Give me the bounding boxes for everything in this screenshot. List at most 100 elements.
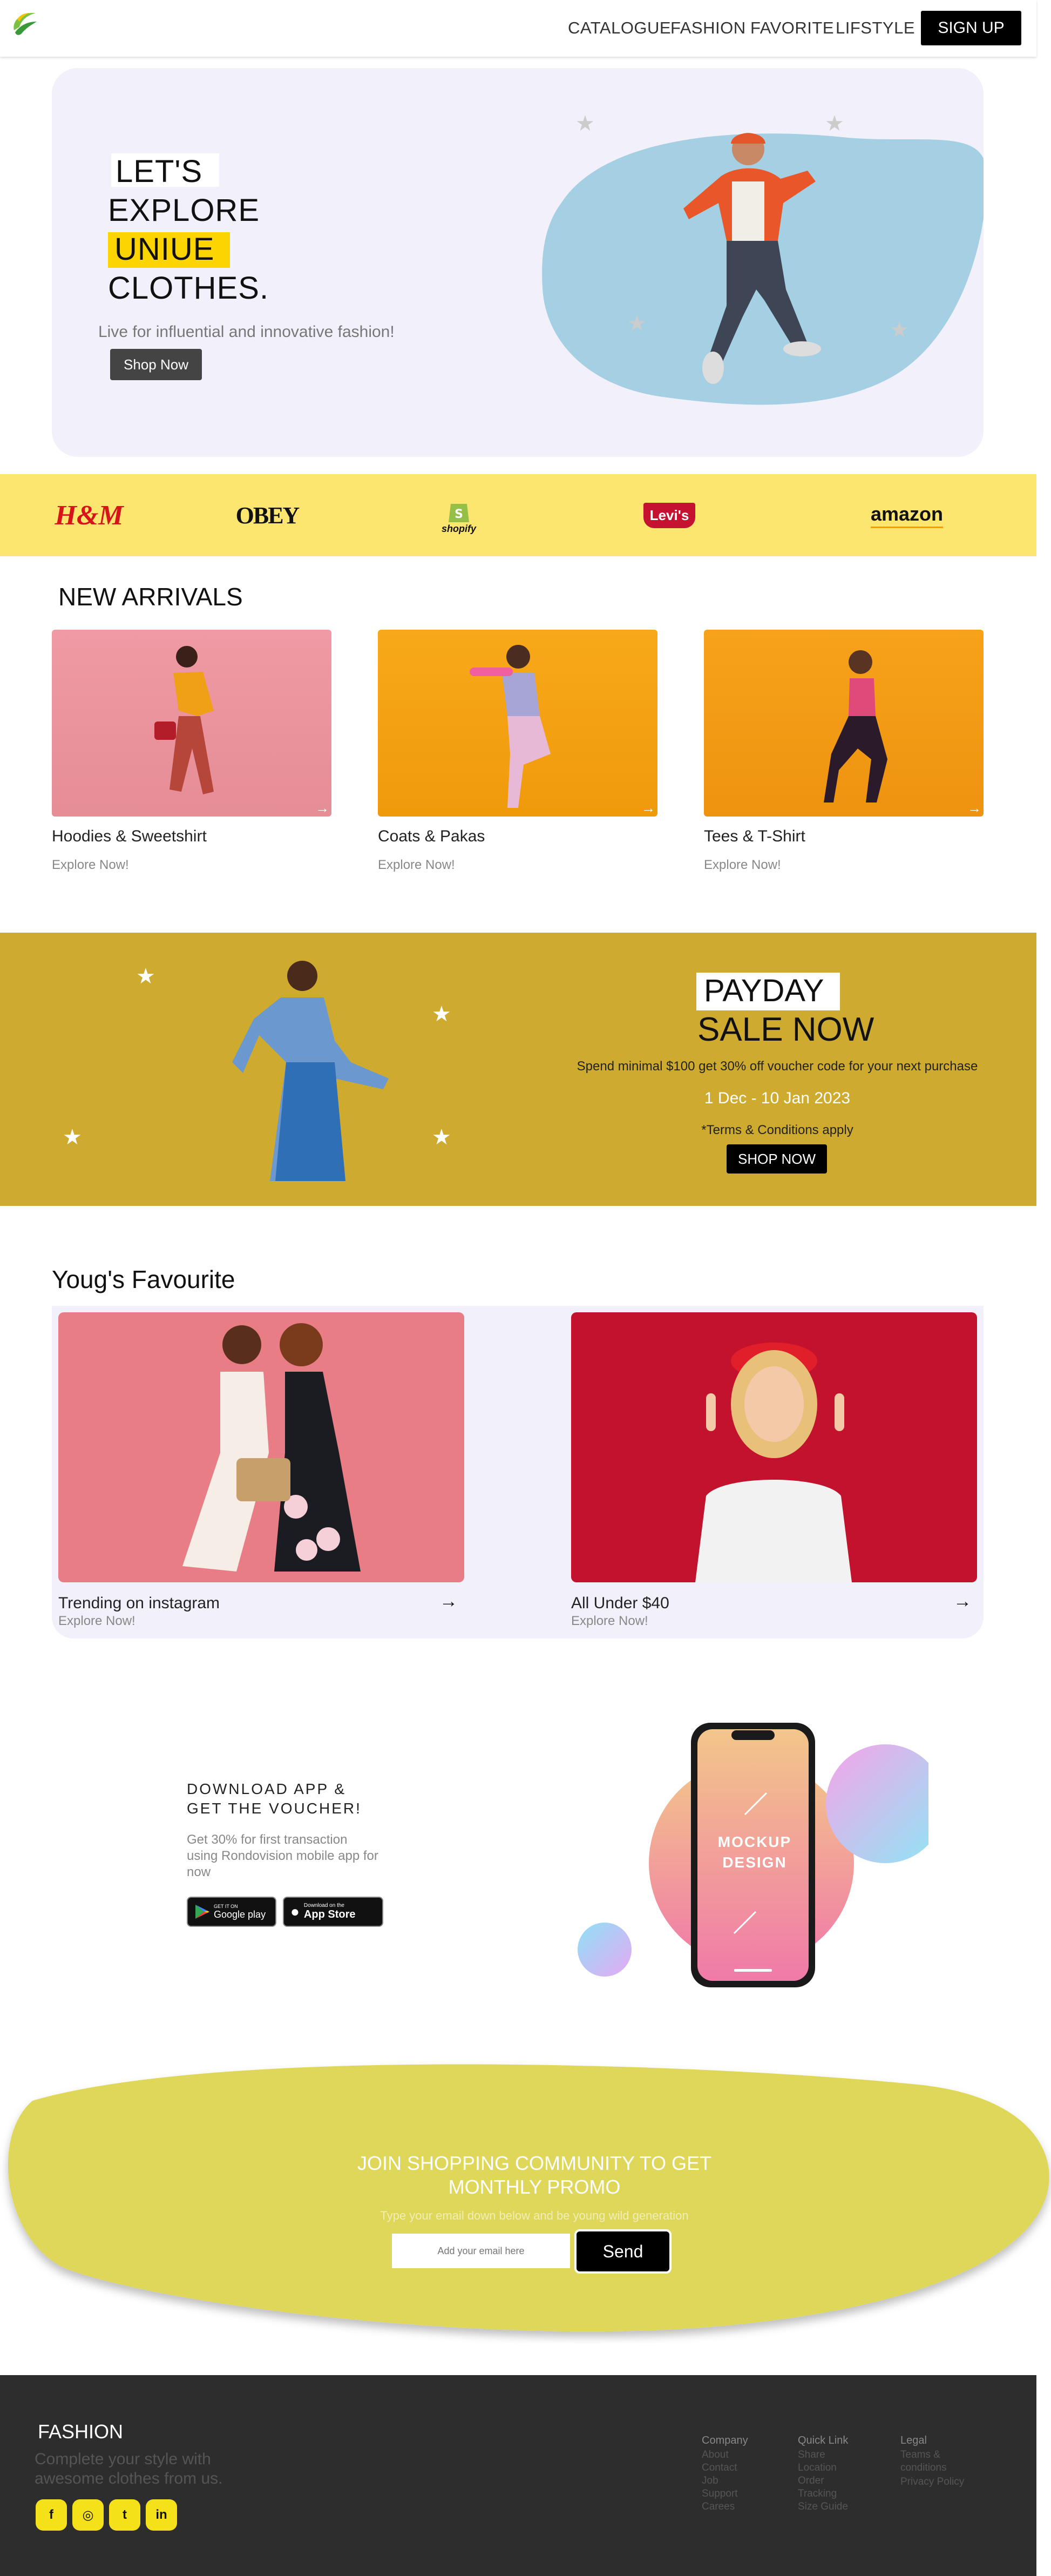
nav-link-favorite[interactable]: FAVORITE <box>750 18 834 38</box>
google-play-icon <box>195 1905 209 1919</box>
payday-model-image <box>232 961 389 1181</box>
payday-description: Spend minimal $100 get 30% off voucher c… <box>577 1059 978 1074</box>
footer-col-quicklink-heading: Quick Link <box>798 2435 849 2446</box>
arrival-card-link-1[interactable]: Explore Now! <box>52 858 129 873</box>
arrival-card-image-3[interactable]: → <box>704 630 984 817</box>
footer-link-support[interactable]: Support <box>702 2487 738 2500</box>
model-photo <box>182 1323 361 1572</box>
footer-brand: FASHION <box>38 2420 124 2443</box>
footer-link-tracking[interactable]: Tracking <box>798 2487 837 2500</box>
arrival-card-title-2[interactable]: Coats & Pakas <box>378 827 485 846</box>
shopify-bag-icon: S <box>449 503 469 522</box>
arrow-right-icon: → <box>641 800 655 816</box>
phone-mockup-text: MOCKUP DESIGN <box>717 1833 792 1871</box>
footer-link-contact[interactable]: Contact <box>702 2462 737 2474</box>
model-photo <box>470 645 551 808</box>
star-icon: ★ <box>890 318 909 342</box>
facebook-icon[interactable]: f <box>36 2499 67 2531</box>
app-store-big-text: App Store <box>303 1909 356 1920</box>
brand-logo-hm[interactable]: H&M <box>54 474 124 556</box>
new-arrivals-title: NEW ARRIVALS <box>58 583 243 611</box>
payday-terms: *Terms & Conditions apply <box>701 1123 853 1137</box>
footer-link-job[interactable]: Job <box>702 2474 718 2487</box>
nav-link-catalogue[interactable]: CATALOGUE <box>568 18 671 38</box>
star-icon: ★ <box>575 112 595 136</box>
arrival-card-image-2[interactable]: → <box>378 630 657 817</box>
favourite-card-link-2[interactable]: Explore Now! <box>571 1614 648 1629</box>
nav-link-lifstyle[interactable]: LIFSTYLE <box>836 18 915 38</box>
hero-model-image <box>683 133 821 384</box>
app-download-subtitle: Get 30% for first transaction using Rond… <box>187 1832 378 1879</box>
hero-headline-line2: EXPLORE <box>108 193 260 228</box>
footer-link-share[interactable]: Share <box>798 2449 825 2462</box>
linkedin-icon[interactable]: in <box>146 2499 177 2531</box>
arrival-card-link-3[interactable]: Explore Now! <box>704 858 781 873</box>
payday-shop-now-button[interactable]: SHOP NOW <box>727 1144 827 1174</box>
arrival-card-title-3[interactable]: Tees & T-Shirt <box>704 827 805 846</box>
footer-col-legal-heading: Legal <box>900 2435 927 2446</box>
svg-text:S: S <box>455 508 463 521</box>
brand-logo-icon[interactable] <box>10 9 40 39</box>
instagram-icon[interactable]: ◎ <box>72 2499 104 2531</box>
brand-logo-levis[interactable]: Levi's <box>637 474 702 556</box>
favourite-card-title-1[interactable]: Trending on instagram <box>58 1594 220 1613</box>
brand-logo-amazon[interactable]: amazon <box>864 474 950 556</box>
star-icon: ★ <box>627 312 647 335</box>
star-icon: ★ <box>432 1002 451 1026</box>
footer-link-order[interactable]: Order <box>798 2474 824 2487</box>
model-photo <box>695 1343 852 1582</box>
arrow-right-icon[interactable]: → <box>439 1591 458 1612</box>
footer-tagline: Complete your style with awesome clothes… <box>35 2450 223 2487</box>
arrival-card-link-2[interactable]: Explore Now! <box>378 858 455 873</box>
brand-logo-shopify[interactable]: S shopify <box>426 474 491 556</box>
model-photo <box>824 650 887 803</box>
signup-button[interactable]: SIGN UP <box>921 11 1021 45</box>
google-play-button[interactable]: GET IT ON Google play <box>187 1897 276 1927</box>
favourite-card-image-2[interactable] <box>571 1312 977 1582</box>
star-icon: ★ <box>136 965 155 988</box>
brand-logo-bar: H&M OBEY S shopify Levi's amazon <box>0 474 1036 556</box>
payday-title-line2: SALE NOW <box>697 1011 874 1048</box>
arrow-right-icon[interactable]: → <box>953 1591 972 1612</box>
favourite-title: Youg's Favourite <box>52 1265 235 1293</box>
payday-dates: 1 Dec - 10 Jan 2023 <box>704 1089 851 1107</box>
hero-headline-line4: CLOTHES. <box>108 271 269 306</box>
app-store-small-text: Download on the <box>303 1903 344 1909</box>
favourite-card-title-2[interactable]: All Under $40 <box>571 1594 669 1613</box>
top-navbar: CATALOGUE FASHION FAVORITE LIFSTYLE SIGN… <box>0 0 1036 57</box>
brand-logo-obey[interactable]: OBEY <box>232 474 302 556</box>
star-icon: ★ <box>63 1125 82 1149</box>
shop-now-button[interactable]: Shop Now <box>110 349 202 380</box>
hero-section: ★ ★ ★ ★ LET'S EXPLORE UNIUE CLOTHES. Liv… <box>52 68 984 457</box>
payday-title-line1: PAYDAY <box>704 973 824 1008</box>
app-download-title: DOWNLOAD APP & GET THE VOUCHER! <box>187 1781 362 1817</box>
google-play-small-text: GET IT ON <box>214 1903 238 1909</box>
star-icon: ★ <box>432 1125 451 1149</box>
arrow-right-icon: → <box>967 800 981 816</box>
promo-send-button[interactable]: Send <box>574 2229 672 2274</box>
arrival-card-image-1[interactable]: → <box>52 630 331 817</box>
promo-subtitle: Type your email down below and be young … <box>380 2209 689 2222</box>
footer-link-location[interactable]: Location <box>798 2462 837 2474</box>
model-photo <box>154 646 214 794</box>
payday-sale-banner: ★ ★ ★ ★ PAYDAY SALE NOW Spend minimal $1… <box>0 933 1036 1206</box>
footer-link-privacy[interactable]: Privacy Policy <box>900 2476 964 2489</box>
google-play-big-text: Google play <box>214 1909 266 1920</box>
arrival-card-title-1[interactable]: Hoodies & Sweetshirt <box>52 827 207 846</box>
app-store-button[interactable]: ● Download on the App Store <box>283 1897 383 1927</box>
nav-link-fashion[interactable]: FASHION <box>670 18 746 38</box>
footer-link-about[interactable]: About <box>702 2449 729 2462</box>
apple-icon: ● <box>290 1903 300 1920</box>
favourite-card-link-1[interactable]: Explore Now! <box>58 1614 135 1629</box>
promo-title: JOIN SHOPPING COMMUNITY TO GET MONTHLY P… <box>357 2152 712 2198</box>
footer-link-terms[interactable]: Teams & conditions <box>900 2449 965 2474</box>
hero-headline-line1: LET'S <box>116 154 203 189</box>
footer-link-carees[interactable]: Carees <box>702 2500 735 2513</box>
arrow-right-icon: → <box>315 800 329 816</box>
hero-headline-line3: UNIUE <box>114 232 215 267</box>
twitter-icon[interactable]: t <box>109 2499 140 2531</box>
promo-email-input[interactable] <box>392 2234 570 2268</box>
favourite-card-image-1[interactable] <box>58 1312 464 1582</box>
footer-link-size-guide[interactable]: Size Guide <box>798 2500 848 2513</box>
footer-col-company-heading: Company <box>702 2435 748 2446</box>
